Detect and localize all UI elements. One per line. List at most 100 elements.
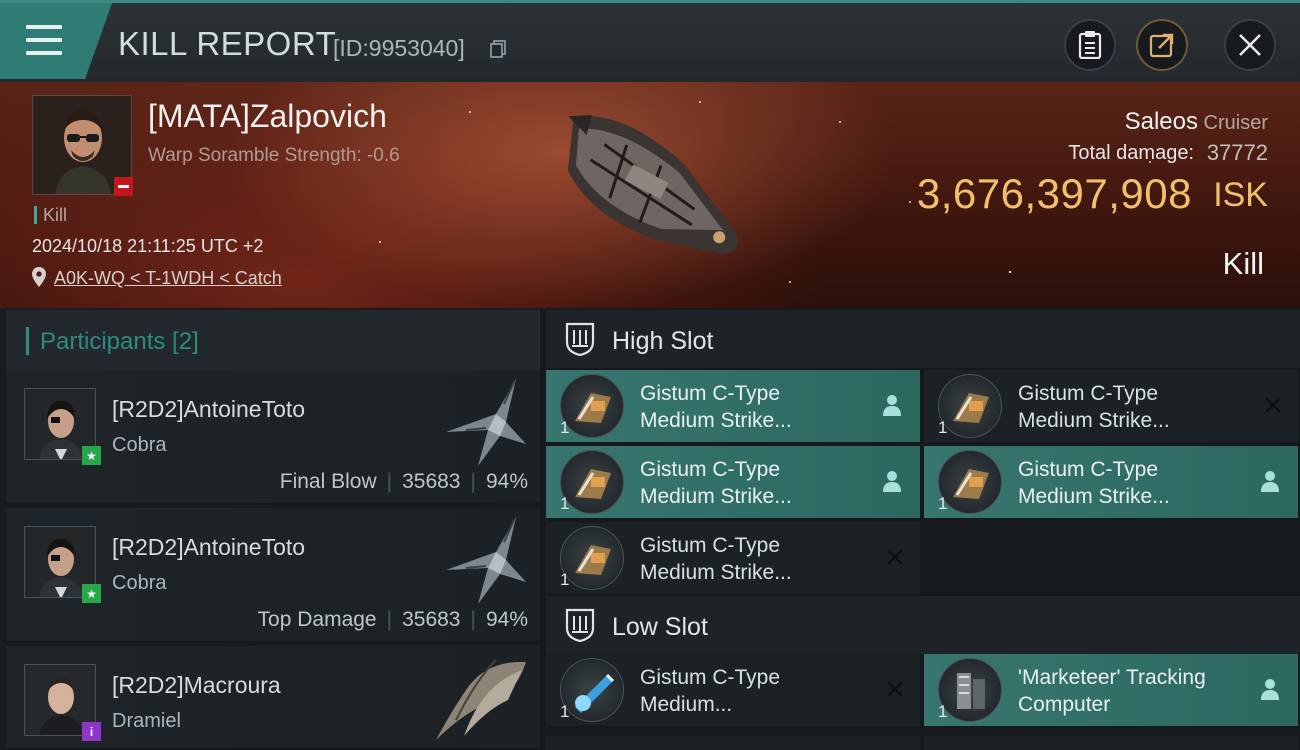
stat-separator: | — [386, 470, 393, 493]
victim-hero: [MATA]Zalpovich Warp Soramble Strength: … — [0, 82, 1300, 308]
close-icon — [1239, 34, 1261, 56]
x-destroyed-icon — [887, 681, 903, 697]
participant-damage: 35683 — [402, 470, 461, 493]
kill-location-link[interactable]: A0K-WQ < T-1WDH < Catch — [54, 268, 282, 289]
module-item[interactable]: 1 Gistum C-Type Medium Strike... — [924, 446, 1298, 518]
report-id: [ID:9953040] — [333, 35, 465, 61]
participants-panel: Participants [2] ★ [R2D2]AntoineToto Cob… — [0, 308, 540, 750]
participant-row[interactable]: ★ [R2D2]AntoineToto Cobra Final Blow | 356… — [6, 370, 540, 505]
low-slot-header: Low Slot — [546, 596, 1300, 654]
info-badge-icon: i — [82, 722, 101, 741]
turret-module-icon — [560, 526, 624, 590]
cobra-ship-image — [446, 379, 526, 466]
module-name: Gistum C-Type Medium... — [640, 666, 781, 716]
module-item[interactable]: 1 Gistum C-Type Medium Strike... — [546, 446, 920, 518]
high-slot-header: High Slot — [546, 310, 1300, 368]
module-name: Gistum C-Type Medium Strike... — [1018, 382, 1170, 432]
participant-percent: 94% — [485, 608, 528, 631]
total-damage-value: 37772 — [1206, 140, 1268, 165]
module-quantity: 1 — [560, 418, 570, 437]
shield-slot-icon — [565, 608, 595, 642]
turret-module-icon — [560, 374, 624, 438]
participant-name[interactable]: [R2D2]Macroura — [112, 672, 281, 699]
participant-role: Final Blow — [279, 470, 377, 493]
x-destroyed-icon — [1265, 397, 1281, 413]
victim-ship-image — [567, 115, 738, 255]
page-title: KILL REPORT — [118, 25, 337, 62]
module-item[interactable]: 1 Gistum C-Type Medium... — [546, 654, 920, 726]
hostile-status-badge — [114, 177, 133, 196]
participant-stats: Final Blow | 35683 | 94% — [280, 470, 528, 494]
module-quantity: 1 — [938, 702, 948, 721]
shield-slot-icon — [565, 322, 595, 356]
clipboard-icon — [1078, 31, 1102, 59]
participant-ship: Cobra — [112, 434, 167, 456]
kill-datetime: 2024/10/18 21:11:25 UTC +2 — [32, 236, 264, 256]
stat-separator: | — [470, 608, 476, 631]
warp-scramble-strength: Warp Soramble Strength: -0.6 — [148, 145, 400, 166]
star-badge-icon: ★ — [82, 584, 101, 603]
module-quantity: 1 — [560, 570, 570, 589]
module-name: Gistum C-Type Medium Strike... — [640, 382, 792, 432]
turret-module-icon — [938, 374, 1002, 438]
participant-stats: Top Damage | 35683 | 94% — [258, 608, 528, 632]
participants-label: Participants [2] — [40, 328, 199, 355]
victim-ship-name[interactable]: Saleos — [1125, 108, 1198, 136]
module-item[interactable]: 1 Gistum C-Type Medium Strike... — [924, 370, 1298, 442]
pilot-person-icon — [883, 471, 901, 492]
turret-module-icon — [938, 450, 1002, 514]
share-button[interactable] — [1136, 19, 1188, 71]
participant-damage: 35683 — [402, 608, 461, 631]
module-item-partial[interactable] — [546, 736, 920, 750]
module-name: 'Marketeer' Tracking Computer — [1018, 666, 1206, 716]
tracking-computer-icon — [938, 658, 1002, 722]
module-item[interactable]: 1 'Marketeer' Tracking Computer — [924, 654, 1298, 726]
stat-separator: | — [386, 608, 393, 631]
title-bar: KILL REPORT [ID:9953040] — [0, 0, 1300, 82]
x-destroyed-icon — [887, 549, 903, 565]
isk-unit: ISK — [1213, 176, 1268, 214]
damage-amplifier-icon — [560, 658, 624, 722]
participant-row[interactable]: ★ [R2D2]AntoineToto Cobra Top Damage | 356… — [6, 508, 540, 643]
clipboard-button[interactable] — [1064, 19, 1116, 71]
location-pin-icon — [32, 267, 46, 287]
pilot-person-icon — [883, 395, 901, 416]
module-quantity: 1 — [560, 702, 570, 721]
result-label: Kill — [1222, 246, 1264, 281]
module-quantity: 1 — [560, 494, 570, 513]
module-name: Gistum C-Type Medium Strike... — [1018, 458, 1170, 508]
high-slot-label: High Slot — [612, 327, 714, 355]
participant-name[interactable]: [R2D2]AntoineToto — [112, 534, 305, 561]
pilot-person-icon — [1261, 679, 1279, 700]
dramiel-ship-image — [436, 659, 526, 740]
module-name: Gistum C-Type Medium Strike... — [640, 458, 792, 508]
copy-icon[interactable] — [490, 40, 506, 58]
fitting-panel: High Slot 1 Gistum C-Type Medium Strike..… — [540, 308, 1300, 750]
participant-row[interactable]: i [R2D2]Macroura Dramiel — [6, 646, 540, 750]
module-quantity: 1 — [938, 494, 948, 513]
module-item[interactable]: 1 Gistum C-Type Medium Strike... — [546, 370, 920, 442]
participant-percent: 94% — [485, 470, 528, 493]
participants-header[interactable]: Participants [2] — [6, 310, 540, 370]
close-button[interactable] — [1224, 19, 1276, 71]
victim-ship-class: Cruiser — [1203, 112, 1268, 134]
participant-name[interactable]: [R2D2]AntoineToto — [112, 396, 305, 423]
pilot-person-icon — [1261, 471, 1279, 492]
participant-ship: Dramiel — [112, 710, 181, 732]
share-icon — [1149, 33, 1174, 58]
low-slot-label: Low Slot — [612, 613, 708, 641]
module-item[interactable]: 1 Gistum C-Type Medium Strike... — [546, 522, 920, 594]
participant-ship: Cobra — [112, 572, 167, 594]
victim-name[interactable]: [MATA]Zalpovich — [148, 98, 387, 135]
turret-module-icon — [560, 450, 624, 514]
module-name: Gistum C-Type Medium Strike... — [640, 534, 792, 584]
module-item-partial[interactable] — [924, 736, 1298, 750]
total-damage-label: Total damage: — [1068, 142, 1194, 164]
kill-type-tag: Kill — [34, 206, 67, 224]
stat-separator: | — [470, 470, 476, 493]
module-quantity: 1 — [938, 418, 948, 437]
cobra-ship-image — [446, 517, 526, 604]
star-badge-icon: ★ — [82, 446, 101, 465]
hamburger-menu-icon[interactable] — [26, 25, 62, 55]
participant-role: Top Damage — [257, 608, 377, 631]
